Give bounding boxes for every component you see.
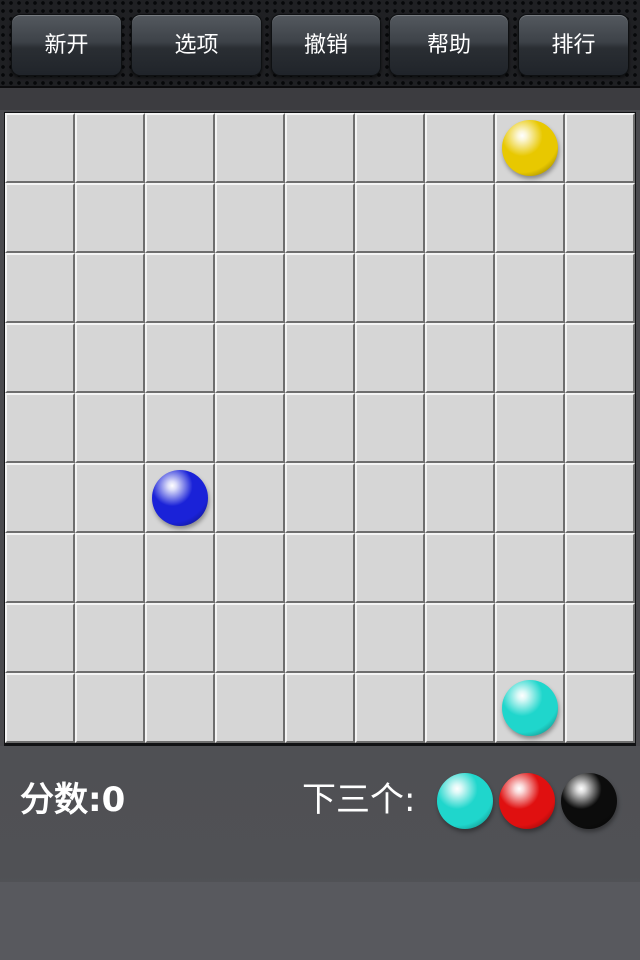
board-cell[interactable] xyxy=(5,183,75,253)
board-cell[interactable] xyxy=(215,393,285,463)
board-cell[interactable] xyxy=(285,603,355,673)
board-cell[interactable] xyxy=(565,253,635,323)
board-cell[interactable] xyxy=(5,253,75,323)
board-cell[interactable] xyxy=(285,673,355,743)
board-cell[interactable] xyxy=(425,253,495,323)
board-cell[interactable] xyxy=(355,603,425,673)
board-cell[interactable] xyxy=(145,323,215,393)
board-cell[interactable] xyxy=(495,463,565,533)
game-board xyxy=(4,112,636,746)
board-cell[interactable] xyxy=(75,113,145,183)
status-panel-footer xyxy=(0,882,640,960)
board-cell[interactable] xyxy=(145,533,215,603)
board-cell[interactable] xyxy=(5,673,75,743)
board-cell[interactable] xyxy=(285,183,355,253)
board-cell[interactable] xyxy=(5,393,75,463)
options-button[interactable]: 选项 xyxy=(131,14,262,76)
toolbar: 新开 选项 撤销 帮助 排行 xyxy=(0,0,640,88)
board-cell[interactable] xyxy=(285,113,355,183)
board-cell[interactable] xyxy=(5,323,75,393)
board-cell[interactable] xyxy=(565,463,635,533)
help-button[interactable]: 帮助 xyxy=(389,14,509,76)
board-cell[interactable] xyxy=(75,183,145,253)
board-cell[interactable] xyxy=(75,323,145,393)
board-cell[interactable] xyxy=(285,253,355,323)
cyan-ball[interactable] xyxy=(502,680,558,736)
board-cell[interactable] xyxy=(285,323,355,393)
board-cell[interactable] xyxy=(355,393,425,463)
board-cell[interactable] xyxy=(145,253,215,323)
board-cell[interactable] xyxy=(425,183,495,253)
board-cell[interactable] xyxy=(565,323,635,393)
board-cell[interactable] xyxy=(355,113,425,183)
board-cell[interactable] xyxy=(145,113,215,183)
board-cell[interactable] xyxy=(425,323,495,393)
next-balls-label: 下三个: xyxy=(302,780,416,820)
board-cell[interactable] xyxy=(215,323,285,393)
board-cell[interactable] xyxy=(355,183,425,253)
board-cell[interactable] xyxy=(145,673,215,743)
board-cell[interactable] xyxy=(425,393,495,463)
next-ball-1 xyxy=(437,773,493,829)
board-cell[interactable] xyxy=(215,183,285,253)
board-cell[interactable] xyxy=(5,533,75,603)
board-cell[interactable] xyxy=(495,673,565,743)
board-cell[interactable] xyxy=(495,323,565,393)
board-cell[interactable] xyxy=(495,183,565,253)
board-cell[interactable] xyxy=(355,463,425,533)
board-cell[interactable] xyxy=(5,463,75,533)
board-cell[interactable] xyxy=(495,253,565,323)
board-cell[interactable] xyxy=(145,393,215,463)
new-game-button[interactable]: 新开 xyxy=(11,14,122,76)
board-cell[interactable] xyxy=(145,463,215,533)
board-cell[interactable] xyxy=(215,113,285,183)
board-cell[interactable] xyxy=(75,463,145,533)
board-cell[interactable] xyxy=(495,113,565,183)
undo-button[interactable]: 撤销 xyxy=(271,14,381,76)
board-cell[interactable] xyxy=(495,533,565,603)
next-ball-2 xyxy=(499,773,555,829)
board-cell[interactable] xyxy=(425,113,495,183)
board-cell[interactable] xyxy=(215,533,285,603)
board-cell[interactable] xyxy=(355,533,425,603)
board-cell[interactable] xyxy=(425,603,495,673)
board-cell[interactable] xyxy=(285,533,355,603)
board-cell[interactable] xyxy=(355,323,425,393)
board-cell[interactable] xyxy=(75,393,145,463)
board-cell[interactable] xyxy=(425,533,495,603)
board-cell[interactable] xyxy=(565,393,635,463)
board-cell[interactable] xyxy=(285,393,355,463)
board-cell[interactable] xyxy=(5,603,75,673)
board-cell[interactable] xyxy=(425,673,495,743)
board-cell[interactable] xyxy=(5,113,75,183)
board-cell[interactable] xyxy=(75,533,145,603)
board-cell[interactable] xyxy=(425,463,495,533)
toolbar-divider xyxy=(0,88,640,110)
board-cell[interactable] xyxy=(145,603,215,673)
yellow-ball[interactable] xyxy=(502,120,558,176)
board-cell[interactable] xyxy=(565,533,635,603)
board-cell[interactable] xyxy=(215,603,285,673)
next-ball-3 xyxy=(561,773,617,829)
board-cell[interactable] xyxy=(565,183,635,253)
board-cell[interactable] xyxy=(145,183,215,253)
board-cell[interactable] xyxy=(215,463,285,533)
board-cell[interactable] xyxy=(495,603,565,673)
board-cell[interactable] xyxy=(355,253,425,323)
board-cell[interactable] xyxy=(495,393,565,463)
board-cell[interactable] xyxy=(75,253,145,323)
board-cell[interactable] xyxy=(75,603,145,673)
board-cell[interactable] xyxy=(215,673,285,743)
score-label: 分数:0 xyxy=(20,780,126,820)
board-cell[interactable] xyxy=(565,603,635,673)
board-cell[interactable] xyxy=(285,463,355,533)
board-cell[interactable] xyxy=(215,253,285,323)
ranking-button[interactable]: 排行 xyxy=(518,14,629,76)
board-cell[interactable] xyxy=(75,673,145,743)
blue-ball[interactable] xyxy=(152,470,208,526)
board-cell[interactable] xyxy=(565,113,635,183)
board-cell[interactable] xyxy=(565,673,635,743)
board-cell[interactable] xyxy=(355,673,425,743)
